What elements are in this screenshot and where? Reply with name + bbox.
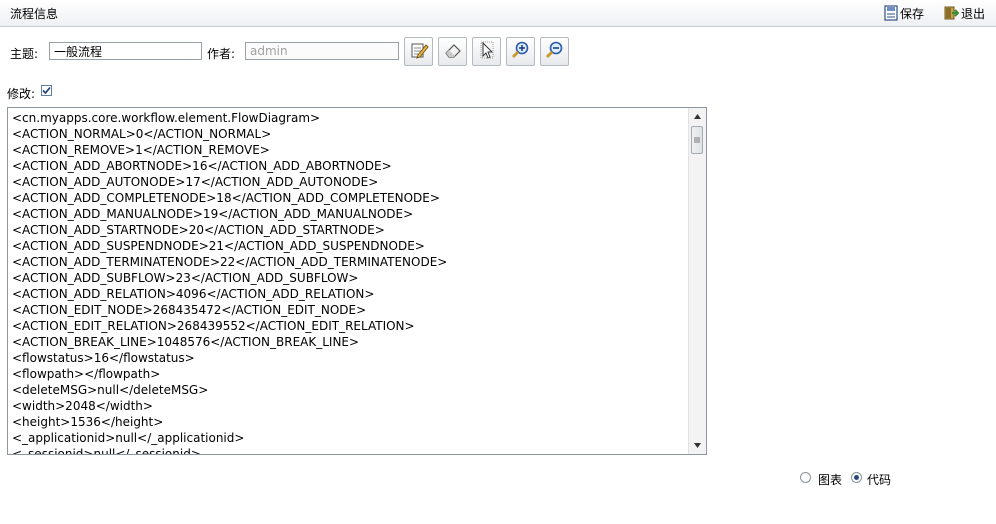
code-line: <ACTION_REMOVE>1</ACTION_REMOVE> [12,143,270,157]
code-content: <cn.myapps.core.workflow.element.FlowDia… [12,110,686,455]
code-view-label: 代码 [867,473,892,487]
save-button[interactable]: 保存 [884,4,924,22]
chart-view-radio[interactable] [800,472,811,483]
code-line: <ACTION_NORMAL>0</ACTION_NORMAL> [12,127,272,141]
code-view-radio[interactable] [851,472,862,483]
subject-input[interactable] [49,42,202,60]
save-icon [884,5,898,21]
code-line: <_sessionid>null</_sessionid> [12,447,201,455]
code-line: <ACTION_ADD_SUBFLOW>23</ACTION_ADD_SUBFL… [12,271,359,285]
code-line: <ACTION_ADD_RELATION>4096</ACTION_ADD_RE… [12,287,375,301]
page-title: 流程信息 [10,7,59,21]
subject-label: 主题: [10,47,39,61]
zoom-in-icon [511,40,531,63]
code-line: <ACTION_ADD_ABORTNODE>16</ACTION_ADD_ABO… [12,159,392,173]
code-line: <ACTION_ADD_MANUALNODE>19</ACTION_ADD_MA… [12,207,414,221]
radio-selected-dot [854,475,859,480]
edit-button[interactable] [404,37,433,66]
exit-button[interactable]: 退出 [943,4,985,22]
code-line: <height>1536</height> [12,415,164,429]
checkmark-icon [42,84,51,98]
flow-info-page: 流程信息 保存 退出 主题: 一般流程 作者: admin 修改: <cn.my… [0,0,996,524]
scroll-down-arrow-icon[interactable] [689,437,706,454]
eraser-icon [443,40,463,63]
code-textarea[interactable]: <cn.myapps.core.workflow.element.FlowDia… [7,107,707,455]
code-line: <cn.myapps.core.workflow.element.FlowDia… [12,111,321,125]
code-line: <ACTION_ADD_TERMINATENODE>22</ACTION_ADD… [12,255,448,269]
code-line: <ACTION_EDIT_NODE>268435472</ACTION_EDIT… [12,303,367,317]
modify-checkbox[interactable] [41,85,52,96]
author-input[interactable] [245,42,399,60]
modify-label: 修改: [7,87,36,101]
exit-label: 退出 [961,6,986,21]
code-line: <ACTION_ADD_SUSPENDNODE>21</ACTION_ADD_S… [12,239,425,253]
code-line: <ACTION_ADD_STARTNODE>20</ACTION_ADD_STA… [12,223,385,237]
code-line: <width>2048</width> [12,399,153,413]
code-line: <ACTION_ADD_AUTONODE>17</ACTION_ADD_AUTO… [12,175,379,189]
zoom-out-icon [545,40,565,63]
code-line: <flowpath></flowpath> [12,367,161,381]
exit-icon [943,5,959,21]
scroll-up-arrow-icon[interactable] [689,108,706,125]
zoom-in-button[interactable] [506,37,535,66]
author-label: 作者: [207,47,236,61]
scrollbar-thumb[interactable] [691,126,703,154]
code-line: <ACTION_BREAK_LINE>1048576</ACTION_BREAK… [12,335,360,349]
code-line: <deleteMSG>null</deleteMSG> [12,383,209,397]
pointer-icon [477,40,497,63]
eraser-button[interactable] [438,37,467,66]
header-bar: 流程信息 保存 退出 [0,0,996,27]
code-line: <ACTION_ADD_COMPLETENODE>18</ACTION_ADD_… [12,191,440,205]
vertical-scrollbar[interactable] [688,108,706,454]
edit-icon [409,40,429,63]
save-label: 保存 [900,6,925,21]
chart-view-label: 图表 [818,473,843,487]
select-pointer-button[interactable] [472,37,501,66]
zoom-out-button[interactable] [540,37,569,66]
code-line: <_applicationid>null</_applicationid> [12,431,245,445]
code-line: <ACTION_EDIT_RELATION>268439552</ACTION_… [12,319,415,333]
code-line: <flowstatus>16</flowstatus> [12,351,195,365]
